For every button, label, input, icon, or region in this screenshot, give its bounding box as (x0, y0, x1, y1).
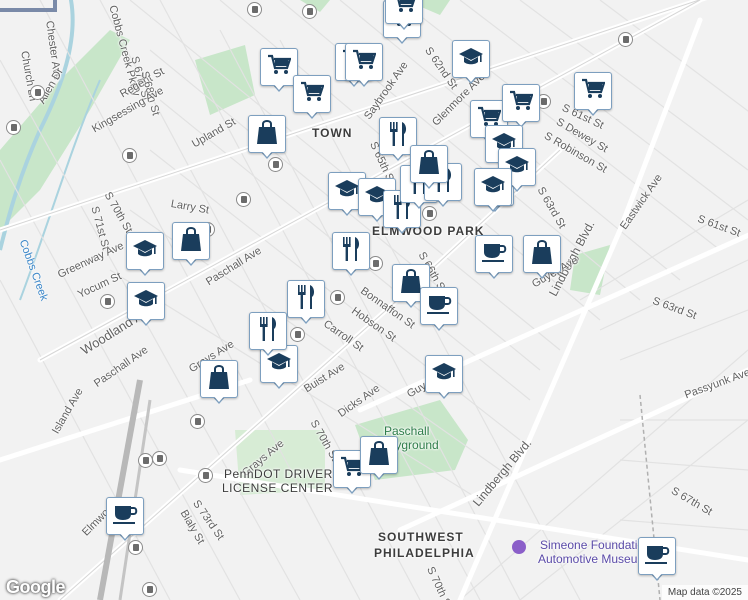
coffee-icon (481, 241, 507, 268)
map-marker-coffee[interactable] (106, 497, 144, 541)
cart-icon (509, 90, 534, 117)
shopping-bag-icon (418, 149, 440, 180)
restaurant-icon (340, 236, 362, 267)
neighborhood-label: SOUTHWEST (378, 530, 464, 544)
place-label: PennDOT DRIVER (224, 467, 333, 481)
map-marker-shopping-bag[interactable] (200, 360, 238, 404)
school-icon (458, 46, 484, 73)
school-icon (334, 178, 360, 205)
restaurant-icon (295, 284, 317, 315)
map-marker-cart[interactable] (293, 75, 331, 119)
place-label: Automotive Museum (538, 552, 648, 566)
bus-stop-icon[interactable] (236, 192, 251, 207)
bus-stop-icon[interactable] (290, 327, 305, 342)
map-marker-restaurant[interactable] (249, 312, 287, 356)
map-marker-shopping-bag[interactable] (248, 115, 286, 159)
bus-stop-icon[interactable] (368, 256, 383, 271)
restaurant-icon (257, 316, 279, 347)
shopping-bag-icon (400, 268, 422, 299)
map-attribution[interactable]: Map data ©2025 (661, 585, 748, 600)
neighborhood-label: PHILADELPHIA (374, 546, 475, 560)
place-label: Simeone Foundation (540, 538, 651, 552)
map-marker-school[interactable] (452, 40, 490, 84)
map-marker-restaurant[interactable] (287, 280, 325, 324)
school-icon (133, 288, 159, 315)
cart-icon (352, 49, 377, 76)
cart-icon (392, 0, 416, 19)
google-logo: Google (6, 577, 66, 597)
map-marker-cart[interactable] (385, 0, 423, 30)
bus-stop-icon[interactable] (268, 157, 283, 172)
bus-stop-icon[interactable] (142, 582, 157, 597)
bus-stop-icon[interactable] (138, 453, 153, 468)
map-marker-coffee[interactable] (638, 537, 676, 581)
bus-stop-icon[interactable] (30, 85, 45, 100)
school-icon (480, 174, 506, 201)
cart-icon (267, 54, 292, 81)
map-marker-restaurant[interactable] (332, 232, 370, 276)
map-marker-shopping-bag[interactable] (360, 436, 398, 480)
map-marker-shopping-bag[interactable] (410, 145, 448, 189)
bus-stop-icon[interactable] (247, 2, 262, 17)
bus-stop-icon[interactable] (122, 148, 137, 163)
coffee-icon (644, 543, 670, 570)
neighborhood-label: TOWN (312, 126, 353, 140)
museum-icon[interactable] (512, 540, 526, 554)
map-canvas[interactable]: Church Ln Cobbs Creek Pkwy Chester Ave A… (0, 0, 748, 600)
bus-stop-icon[interactable] (100, 294, 115, 309)
coffee-icon (112, 503, 138, 530)
bus-stop-icon[interactable] (6, 120, 21, 135)
shopping-bag-icon (208, 364, 230, 395)
map-marker-cart[interactable] (345, 43, 383, 87)
school-icon (431, 361, 457, 388)
map-marker-coffee[interactable] (475, 235, 513, 279)
bus-stop-icon[interactable] (190, 414, 205, 429)
shopping-bag-icon (368, 440, 390, 471)
bus-stop-icon[interactable] (302, 4, 317, 19)
map-marker-school[interactable] (474, 168, 512, 212)
shopping-bag-icon (256, 119, 278, 150)
cart-icon (581, 78, 606, 105)
map-marker-school[interactable] (127, 282, 165, 326)
map-marker-shopping-bag[interactable] (523, 235, 561, 279)
map-marker-shopping-bag[interactable] (172, 222, 210, 266)
map-marker-cart[interactable] (502, 84, 540, 128)
shopping-bag-icon (180, 226, 202, 257)
restaurant-icon (387, 121, 409, 152)
coffee-icon (426, 293, 452, 320)
map-marker-school[interactable] (425, 355, 463, 399)
map-marker-cart[interactable] (574, 72, 612, 116)
bus-stop-icon[interactable] (618, 32, 633, 47)
place-label: LICENSE CENTER (222, 481, 334, 495)
bus-stop-icon[interactable] (330, 290, 345, 305)
bus-stop-icon[interactable] (198, 468, 213, 483)
map-marker-coffee[interactable] (420, 287, 458, 331)
shopping-bag-icon (531, 239, 553, 270)
bus-stop-icon[interactable] (128, 540, 143, 555)
bus-stop-icon[interactable] (152, 451, 167, 466)
school-icon (132, 238, 158, 265)
map-marker-school[interactable] (126, 232, 164, 276)
cart-icon (300, 81, 325, 108)
